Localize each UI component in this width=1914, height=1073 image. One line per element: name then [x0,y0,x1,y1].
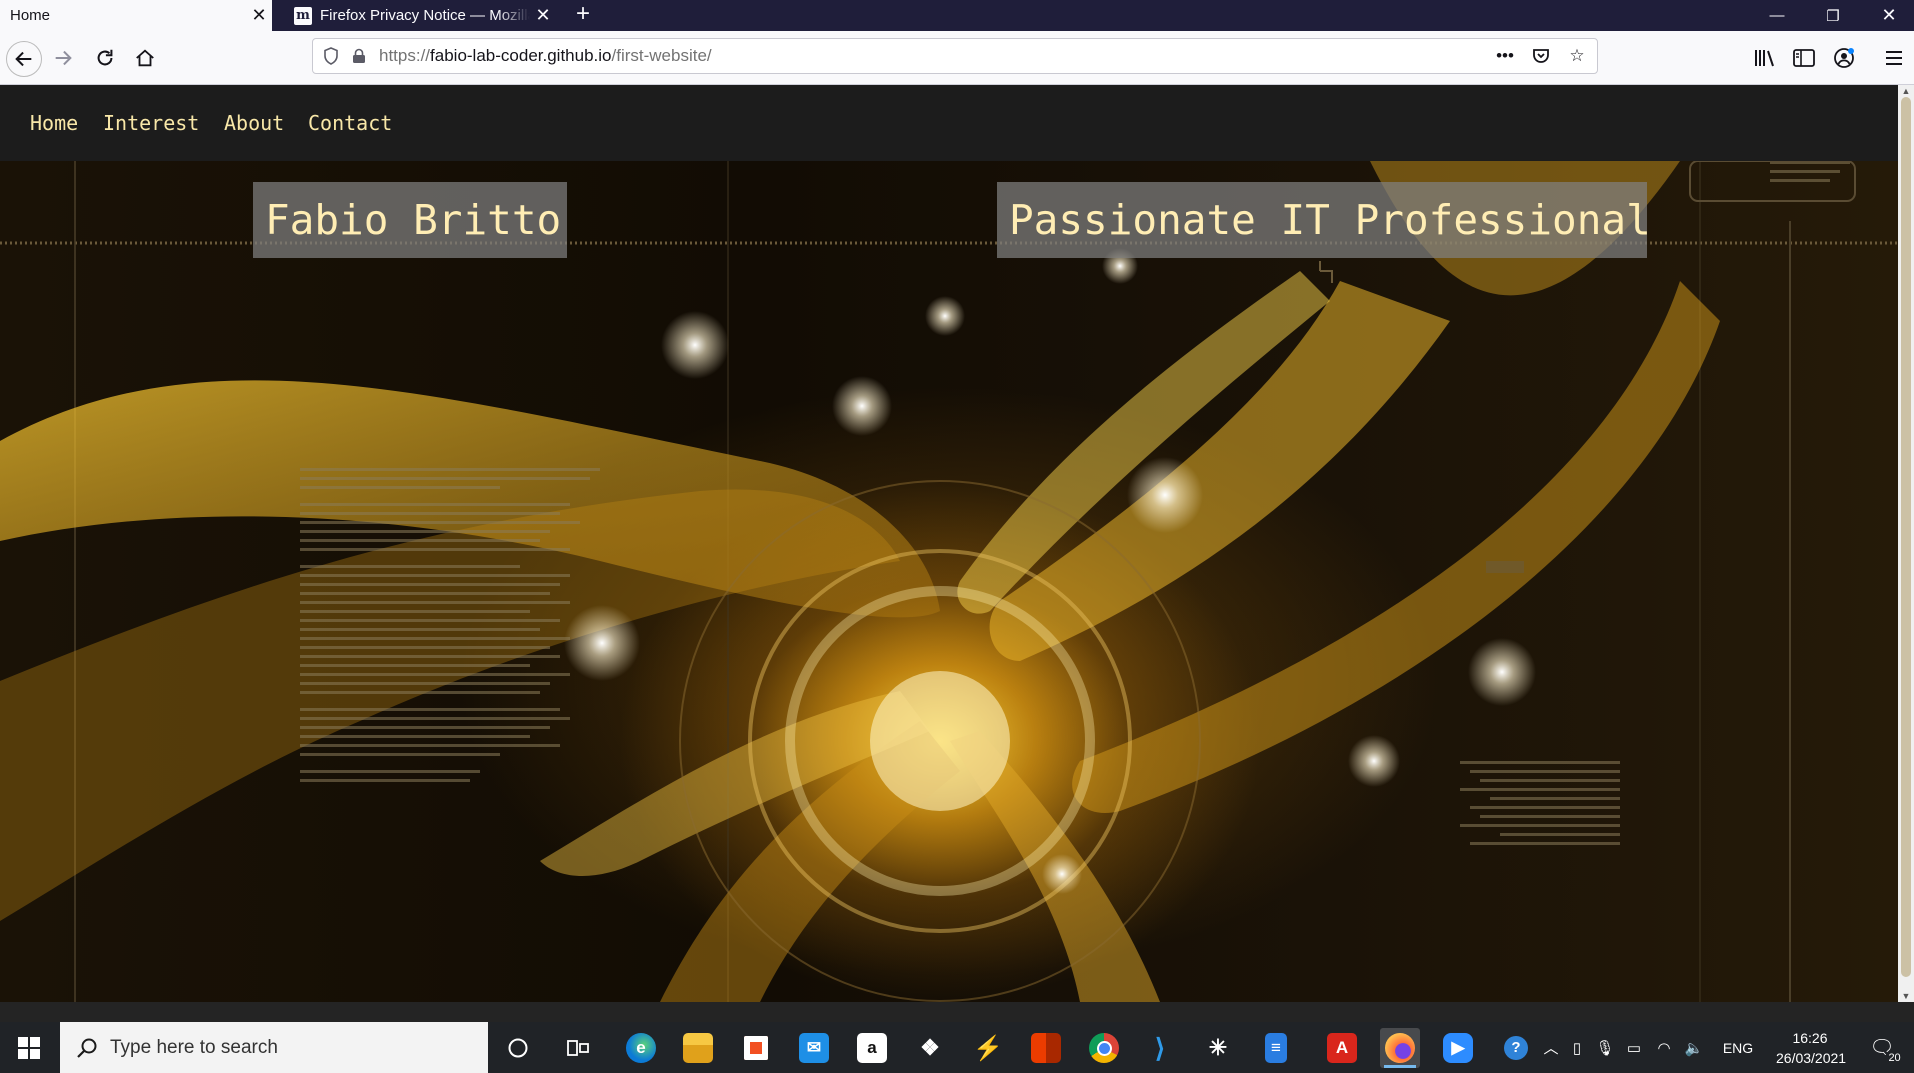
clock-date: 26/03/2021 [1776,1050,1847,1066]
tab-title: Firefox Privacy Notice — Mozilla [320,7,530,24]
tracking-protection-shield-icon[interactable] [321,46,341,66]
dropbox-icon[interactable]: ❖ [910,1028,950,1068]
task-view-icon[interactable] [558,1028,598,1068]
nav-link-contact[interactable]: Contact [308,111,392,135]
file-explorer-icon[interactable] [678,1028,718,1068]
scroll-down-icon[interactable]: ▼ [1898,990,1914,1002]
bookmark-star-icon[interactable]: ☆ [1563,44,1591,68]
close-tab-icon[interactable]: ✕ [530,5,556,26]
taskbar-clock[interactable]: 16:26 26/03/2021 [1776,1028,1847,1068]
account-icon[interactable] [1830,45,1858,71]
nav-link-interest[interactable]: Interest [103,111,199,135]
address-bar[interactable]: https://fabio-lab-coder.github.io/first-… [312,38,1598,74]
pocket-icon[interactable] [1527,44,1555,68]
chrome-icon[interactable] [1084,1028,1124,1068]
minimize-window-icon[interactable]: — [1754,0,1800,31]
show-hidden-icons-chevron-icon[interactable]: ︿ [1540,1022,1562,1073]
new-tab-button[interactable]: + [568,0,598,31]
acrobat-icon[interactable]: A [1322,1028,1362,1068]
nav-link-about[interactable]: About [224,111,284,135]
search-placeholder: Type here to search [110,1036,278,1058]
browser-navigation-toolbar: https://fabio-lab-coder.github.io/first-… [0,31,1914,85]
tab-home[interactable]: Home ✕ [0,0,272,31]
slack-icon[interactable]: ✳ [1198,1028,1238,1068]
office-icon[interactable] [1026,1028,1066,1068]
url-text[interactable]: https://fabio-lab-coder.github.io/first-… [379,46,712,66]
page-scrollbar[interactable]: ▲ ▼ [1898,85,1914,1002]
zoom-icon[interactable]: ▶ [1438,1028,1478,1068]
site-navigation: Home Interest About Contact [0,85,1898,161]
scrollbar-thumb[interactable] [1901,97,1911,977]
input-language[interactable]: ENG [1714,1022,1762,1073]
mail-icon[interactable]: ✉ [794,1028,834,1068]
amazon-icon[interactable]: a [852,1028,892,1068]
sidebar-icon[interactable] [1790,45,1818,71]
tray-device-icon[interactable]: ▯ [1564,1022,1590,1073]
mozilla-favicon-icon: m [294,6,312,25]
windows-logo-icon [18,1036,40,1059]
start-button[interactable] [0,1022,58,1073]
volume-icon[interactable]: 🔈 [1680,1022,1708,1073]
url-path: /first-website/ [611,46,712,65]
vscode-icon[interactable]: ⟩ [1140,1028,1180,1068]
hero-banner: Fabio Britto Passionate IT Professional [0,161,1898,1002]
reload-button[interactable] [88,41,122,75]
web-page-viewport: Home Interest About Contact Fabio Britto… [0,85,1898,1002]
hero-name-heading: Fabio Britto [253,182,567,258]
reload-icon [97,49,113,66]
battery-icon[interactable]: ▭ [1620,1022,1648,1073]
close-window-icon[interactable]: ✕ [1866,0,1912,31]
menu-icon[interactable] [1880,45,1908,71]
restore-window-icon[interactable]: ❐ [1810,0,1856,31]
hero-tagline-heading: Passionate IT Professional [997,182,1651,258]
microphone-icon[interactable]: 🎙 [1592,1022,1618,1073]
library-icon[interactable] [1751,45,1779,71]
hero-background-artwork [0,161,1898,1002]
wifi-icon[interactable]: ◠ [1650,1022,1678,1073]
scroll-up-icon[interactable]: ▲ [1898,85,1914,97]
browser-tab-strip: Home ✕ m Firefox Privacy Notice — Mozill… [0,0,1914,31]
notification-count-badge: 20 [1886,1052,1903,1064]
notification-icon: 🗨 20 [1869,1037,1903,1064]
page-actions-icon[interactable]: ••• [1491,44,1519,68]
back-button[interactable] [6,41,42,77]
url-host: fabio-lab-coder.github.io [430,46,612,65]
nav-link-home[interactable]: Home [30,111,78,135]
edge-browser-icon[interactable]: e [621,1028,661,1068]
taskbar-search-box[interactable]: Type here to search [60,1022,488,1073]
vivaldi-icon[interactable]: ⚡ [968,1028,1008,1068]
forward-button[interactable] [46,41,80,75]
home-icon [136,49,154,67]
url-scheme: https:// [379,46,431,65]
tab-firefox-privacy-notice[interactable]: m Firefox Privacy Notice — Mozilla ✕ [276,0,556,31]
cortana-icon[interactable] [498,1028,538,1068]
tab-title: Home [10,7,51,24]
page-bottom-strip [0,1002,1914,1022]
action-center-button[interactable]: 🗨 20 [1862,1022,1903,1073]
search-icon [70,1037,104,1059]
microsoft-store-icon[interactable] [736,1028,776,1068]
lock-icon[interactable] [349,46,369,66]
active-app-indicator [1384,1065,1416,1068]
firefox-icon[interactable] [1380,1028,1420,1068]
home-button[interactable] [128,41,162,75]
close-tab-icon[interactable]: ✕ [246,5,272,26]
help-icon[interactable]: ? [1496,1022,1536,1073]
windows-taskbar: Type here to search e ✉ a ❖ ⚡ ⟩ ✳ ≡ A ▶ … [0,1022,1914,1073]
clock-time: 16:26 [1792,1030,1828,1046]
notepad-icon[interactable]: ≡ [1256,1028,1296,1068]
forward-arrow-icon [55,50,72,66]
back-arrow-icon [15,51,32,67]
